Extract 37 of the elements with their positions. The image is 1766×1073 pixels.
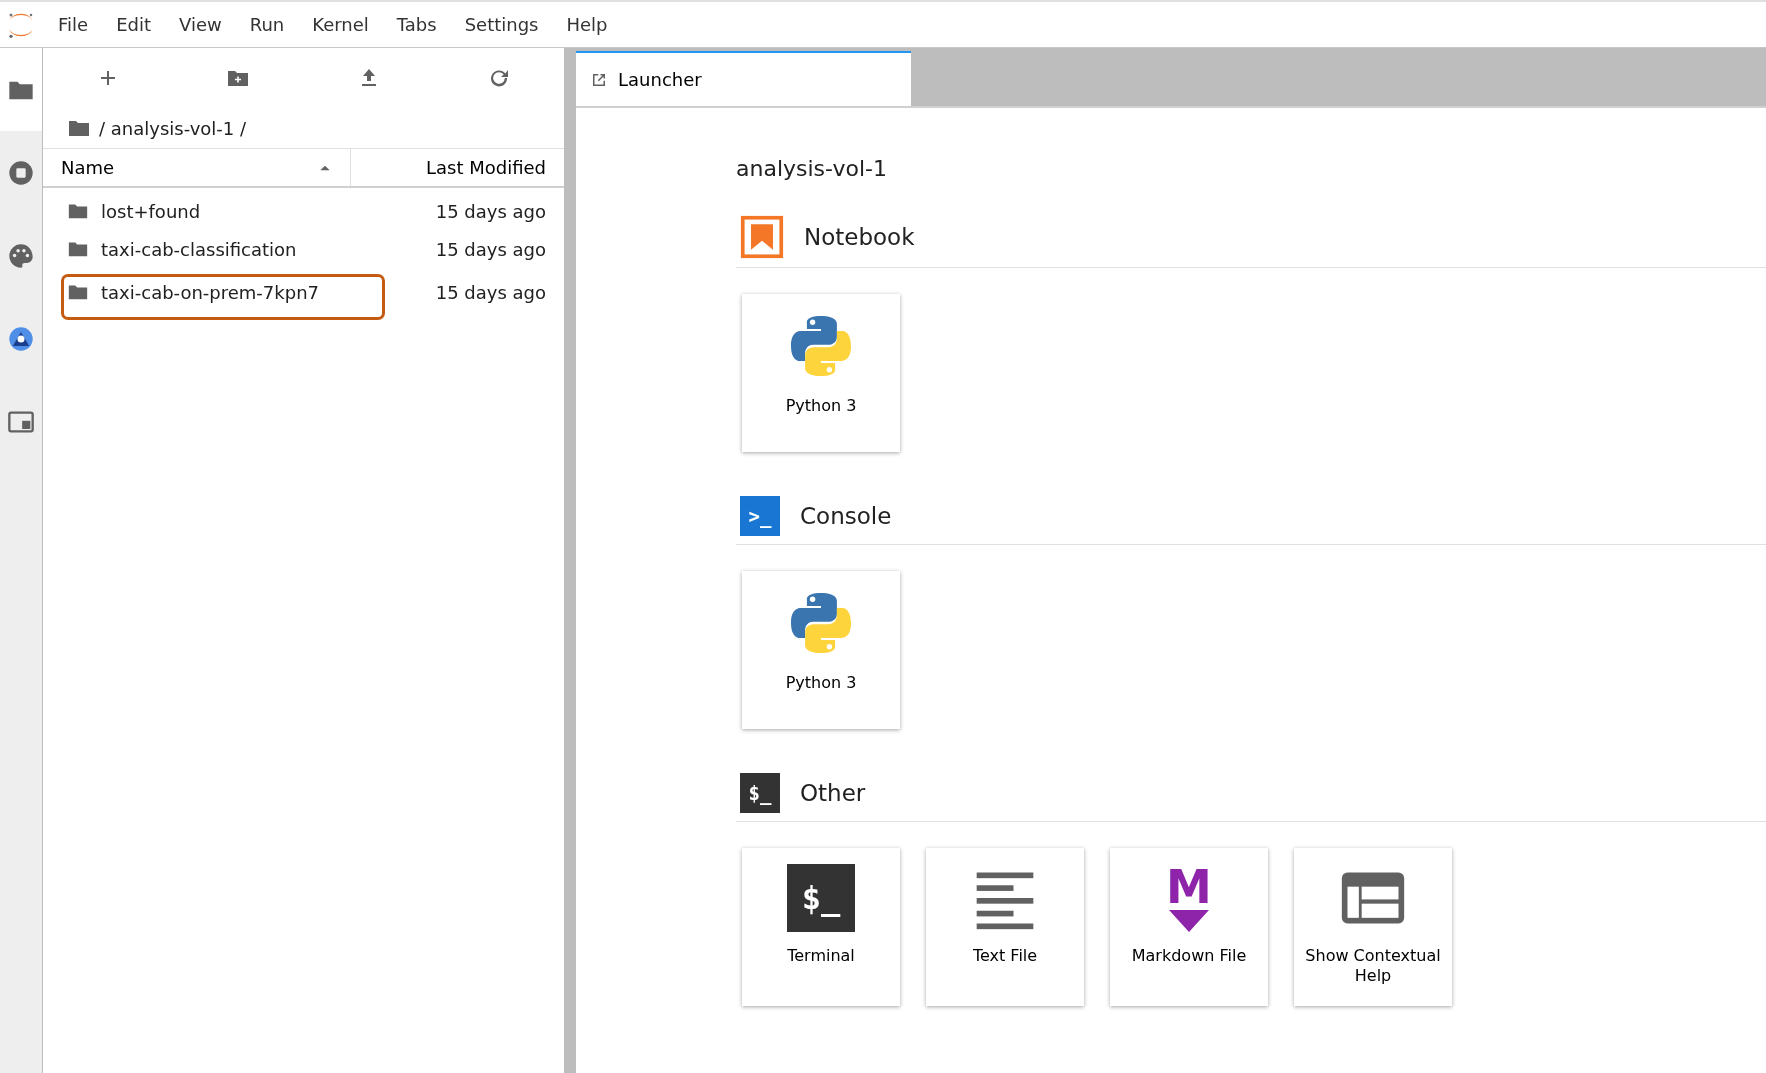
modified-date: 15 days ago <box>435 237 546 262</box>
launcher-card[interactable]: Python 3 <box>742 571 900 729</box>
section-title: Console <box>800 501 892 531</box>
modified-date: 15 days ago <box>435 280 546 305</box>
launcher-card[interactable]: M Markdown File <box>1110 848 1268 1006</box>
terminal-icon: $_ <box>740 773 780 813</box>
launcher-card[interactable]: Show Contextual Help <box>1294 848 1452 1006</box>
stop-circle-icon <box>7 158 35 187</box>
wheel-icon <box>7 324 35 353</box>
terminal-icon: $_ <box>787 864 855 932</box>
menu-item[interactable]: Help <box>552 11 622 38</box>
menu-item[interactable]: Edit <box>102 11 165 38</box>
column-header[interactable]: Last Modified <box>351 149 564 186</box>
section-title: Other <box>800 778 866 808</box>
column-header[interactable]: Name <box>43 149 351 186</box>
modified-date: 15 days ago <box>435 199 546 224</box>
menu-item[interactable]: File <box>44 11 103 38</box>
splitter-handle[interactable] <box>565 48 576 1073</box>
menu-item[interactable]: Settings <box>450 11 553 38</box>
folder-name[interactable]: taxi-cab-on-prem-7kpn7 <box>101 278 320 306</box>
menu-item[interactable]: View <box>165 11 236 38</box>
menu-item[interactable]: Kernel <box>298 11 383 38</box>
menu-item[interactable]: Tabs <box>382 11 451 38</box>
launcher-card[interactable]: Text File <box>926 848 1084 1006</box>
launcher-card[interactable]: Python 3 <box>742 294 900 452</box>
breadcrumb-path[interactable]: / analysis-vol-1 / <box>99 114 247 142</box>
menu-item[interactable]: Run <box>235 11 299 38</box>
launcher-card[interactable]: $_ Terminal <box>742 848 900 1006</box>
section-title: Notebook <box>804 222 915 252</box>
sidebar-tab[interactable] <box>0 48 42 131</box>
launcher-title: analysis-vol-1 <box>736 155 888 183</box>
palette-icon <box>7 241 35 270</box>
folder-name[interactable]: taxi-cab-classification <box>101 235 297 263</box>
launcher-tab[interactable]: Launcher <box>576 51 911 106</box>
bookmark-icon <box>740 215 784 259</box>
console-icon: >_ <box>740 496 780 536</box>
folder-name[interactable]: lost+found <box>101 197 201 225</box>
